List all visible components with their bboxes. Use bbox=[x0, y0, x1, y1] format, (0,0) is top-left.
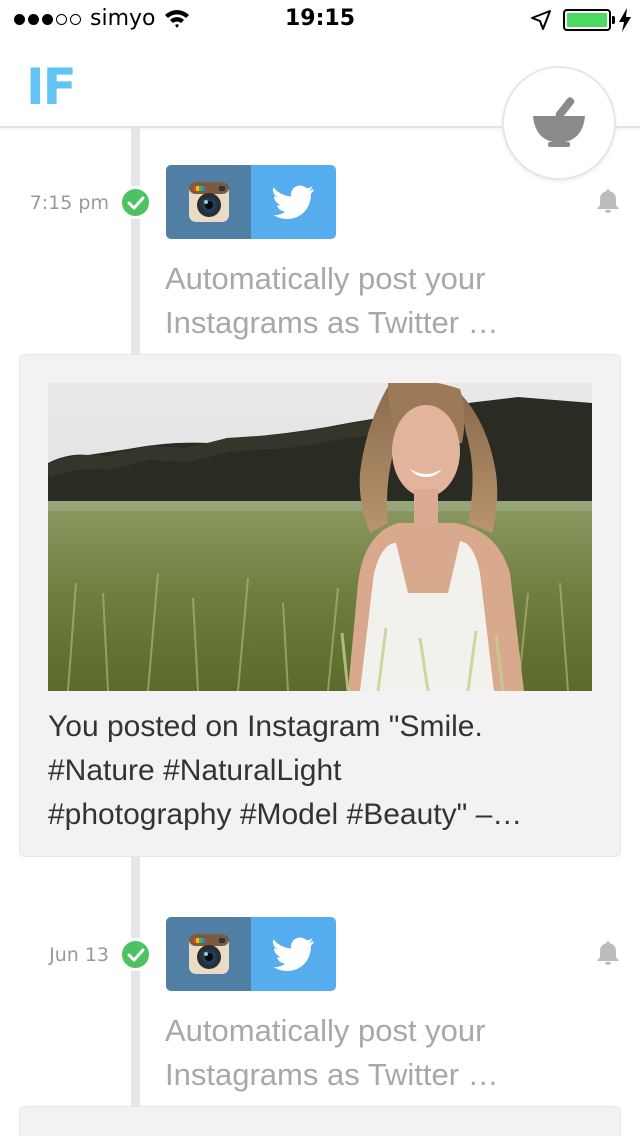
post-card[interactable] bbox=[19, 1106, 621, 1136]
applet-description[interactable]: Automatically post your Instagrams as Tw… bbox=[165, 257, 605, 345]
twitter-icon bbox=[251, 917, 336, 991]
applet-badge[interactable] bbox=[166, 165, 336, 239]
recipes-button[interactable] bbox=[504, 68, 614, 178]
bell-icon[interactable] bbox=[596, 188, 620, 218]
instagram-icon bbox=[166, 917, 251, 991]
success-check-icon bbox=[119, 186, 152, 219]
bell-icon[interactable] bbox=[596, 940, 620, 970]
entry-time: 7:15 pm bbox=[29, 192, 109, 214]
twitter-icon bbox=[251, 165, 336, 239]
location-arrow-icon bbox=[530, 9, 552, 35]
instagram-icon bbox=[166, 165, 251, 239]
status-bar: simyo 19:15 bbox=[0, 0, 640, 40]
applet-description[interactable]: Automatically post your Instagrams as Tw… bbox=[165, 1009, 605, 1097]
success-check-icon bbox=[119, 938, 152, 971]
applet-badge[interactable] bbox=[166, 917, 336, 991]
entry-time: Jun 13 bbox=[49, 944, 109, 966]
mortar-pestle-icon bbox=[531, 94, 587, 152]
post-caption: You posted on Instagram "Smile. #Nature … bbox=[48, 710, 523, 831]
post-photo bbox=[48, 383, 592, 691]
if-logo[interactable]: IF bbox=[26, 62, 77, 112]
post-card[interactable]: You posted on Instagram "Smile. #Nature … bbox=[19, 354, 621, 857]
battery-icon bbox=[563, 9, 611, 31]
charging-bolt-icon bbox=[618, 8, 632, 36]
